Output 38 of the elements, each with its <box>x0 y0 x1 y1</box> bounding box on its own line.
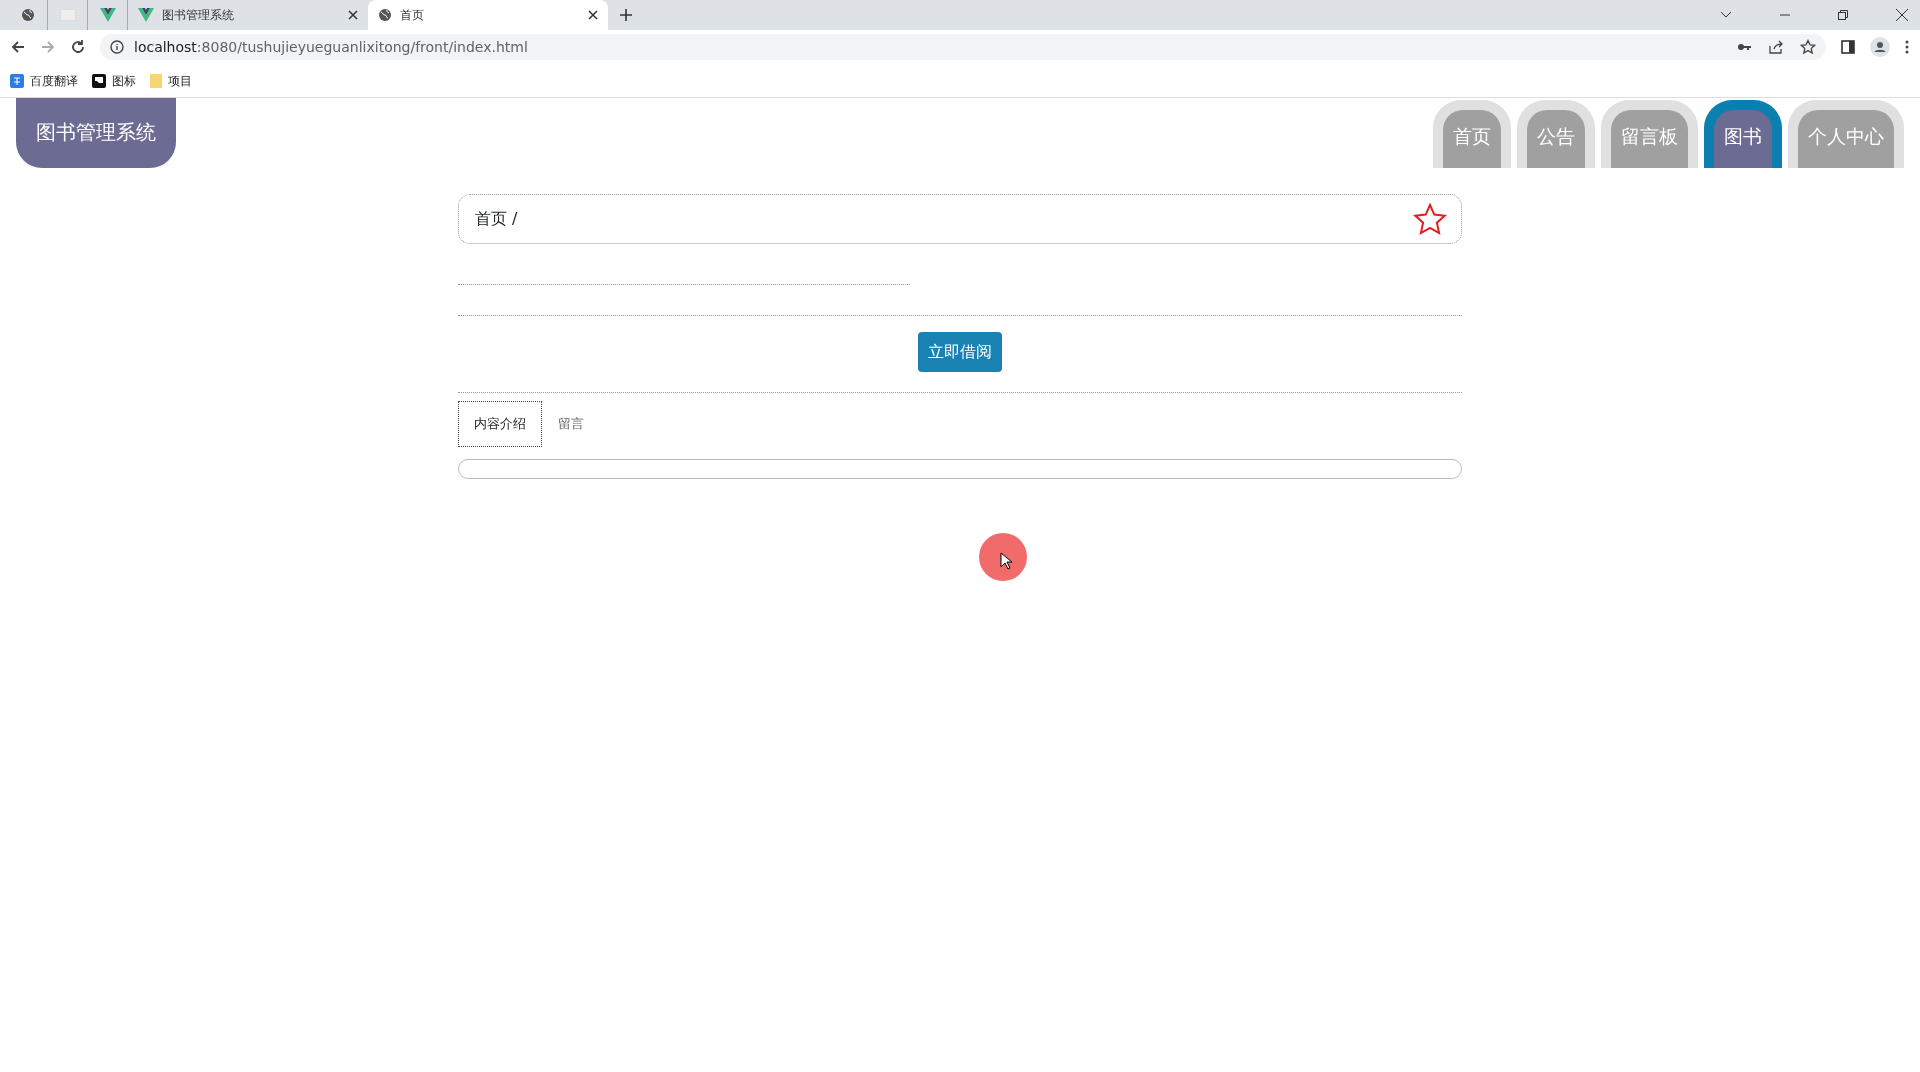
share-icon[interactable] <box>1768 39 1784 55</box>
side-panel-icon[interactable] <box>1840 39 1856 55</box>
v-logo-icon <box>99 8 116 22</box>
restore-icon[interactable] <box>1838 10 1848 20</box>
menu-icon[interactable] <box>1904 39 1910 55</box>
chevron-down-icon[interactable] <box>1720 11 1732 19</box>
nav-tab[interactable]: 图书 <box>1704 100 1782 168</box>
close-icon[interactable] <box>1896 9 1908 21</box>
breadcrumb: 首页 / <box>475 208 518 230</box>
profile-icon[interactable] <box>1870 37 1890 57</box>
folder-icon <box>150 73 162 88</box>
click-highlight <box>979 533 1027 581</box>
bookmark[interactable]: 项目 <box>150 71 192 90</box>
translate-icon <box>10 73 24 88</box>
back-icon[interactable] <box>10 39 26 55</box>
globe-icon <box>20 8 35 22</box>
globe-icon <box>378 8 392 22</box>
borrow-button[interactable]: 立即借阅 <box>918 332 1002 372</box>
new-tab-icon[interactable] <box>620 9 632 21</box>
v-logo-icon <box>138 8 154 22</box>
close-icon[interactable] <box>588 10 598 20</box>
bookmark[interactable]: 百度翻译 <box>10 71 78 90</box>
url-text: localhost:8080/tushujieyueguanlixitong/front/index.html <box>134 37 528 57</box>
close-icon[interactable] <box>348 10 358 20</box>
reload-icon[interactable] <box>70 39 86 55</box>
star-icon[interactable] <box>1800 39 1816 55</box>
site-logo[interactable]: 图书管理系统 <box>16 98 176 168</box>
page-icon <box>59 9 76 21</box>
info-icon[interactable] <box>110 40 124 54</box>
bookmark[interactable]: 图标 <box>92 71 136 90</box>
browser-tab[interactable]: 首页 <box>368 0 608 30</box>
cursor-icon <box>1000 552 1012 570</box>
address-bar[interactable]: localhost:8080/tushujieyueguanlixitong/front/index.html <box>100 34 1826 60</box>
flag-icon <box>92 73 106 88</box>
browser-tab[interactable]: 图书管理系统 <box>128 0 368 30</box>
content-tab[interactable]: 内容介绍 <box>458 401 542 447</box>
content-tab[interactable]: 留言 <box>542 401 600 447</box>
favorite-star-icon[interactable] <box>1413 203 1447 235</box>
